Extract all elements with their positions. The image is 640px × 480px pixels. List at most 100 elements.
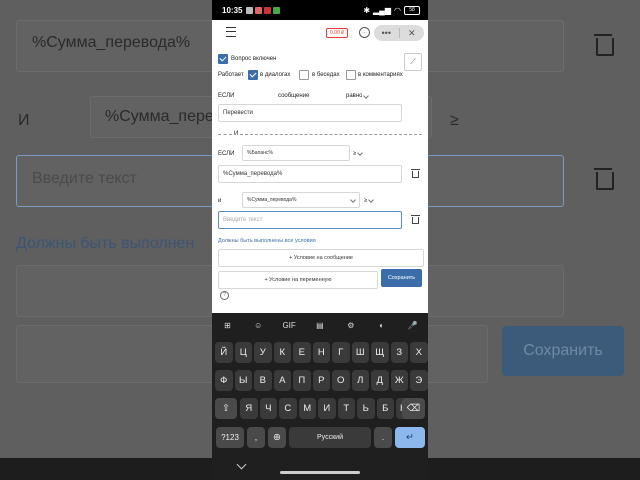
question-enabled-label: Вопрос включен (231, 56, 277, 62)
bg-op: ≥ (450, 112, 459, 129)
if1-value-field[interactable]: Перевести (218, 104, 402, 122)
settings-gear-icon[interactable]: ⚙ (341, 321, 361, 330)
key[interactable]: Й (215, 342, 233, 363)
bg-save-button: Сохранить (502, 326, 624, 376)
key[interactable]: Е (293, 342, 311, 363)
works-chats-checkbox[interactable] (299, 70, 309, 80)
chat-icon[interactable]: … (359, 27, 370, 38)
status-time: 10:35 (222, 5, 243, 15)
and2-op-chevron-icon (367, 195, 377, 205)
notification-icons (246, 6, 281, 14)
gif-button[interactable]: GIF (279, 321, 299, 330)
notification-icon (246, 6, 254, 14)
chart-icon[interactable]: ⟋ (404, 53, 422, 71)
key[interactable]: Б (376, 398, 394, 419)
if1-op-select[interactable]: равно (346, 93, 363, 99)
works-dialogs-checkbox[interactable] (248, 70, 258, 80)
key[interactable]: П (293, 370, 311, 391)
key[interactable]: О (332, 370, 350, 391)
must-all-conditions-link[interactable]: Должны быть выполнены все условия (218, 238, 316, 244)
and-divider-label: И (234, 131, 239, 137)
key[interactable]: М (298, 398, 316, 419)
if2-value-field[interactable]: %Сумма_перевода% (218, 165, 402, 183)
key[interactable]: Д (371, 370, 389, 391)
key[interactable]: У (254, 342, 272, 363)
close-button[interactable]: ✕ (400, 28, 425, 39)
key[interactable]: И (318, 398, 336, 419)
sticker-icon[interactable]: ☺ (248, 321, 268, 330)
status-bar: 10:35 ✱ ▂▄▆ ◠ 58 (212, 0, 428, 20)
clipboard-icon[interactable]: ▤ (310, 321, 330, 330)
help-icon[interactable]: ? (220, 291, 229, 300)
if2-label: ЕСЛИ (218, 151, 235, 157)
chevron-down-icon (350, 197, 356, 203)
key[interactable]: З (390, 342, 408, 363)
and2-variable-select[interactable]: %Сумма_перевода% (242, 192, 360, 208)
key[interactable]: А (273, 370, 291, 391)
menu-icon[interactable] (226, 27, 236, 37)
key[interactable]: Ц (234, 342, 252, 363)
more-button[interactable]: ••• (374, 28, 399, 38)
enter-key[interactable]: ↵ (395, 427, 425, 448)
and2-variable-text: %Сумма_перевода% (247, 197, 297, 203)
if2-variable-select[interactable]: %Баланс% (242, 145, 350, 161)
add-message-condition-button[interactable]: + Условие на сообщение (218, 249, 424, 267)
bg-and-label: И (18, 112, 30, 129)
key[interactable]: Ч (259, 398, 277, 419)
key[interactable]: Х (410, 342, 428, 363)
key[interactable]: Щ (371, 342, 389, 363)
key[interactable]: Э (410, 370, 428, 391)
key[interactable]: Т (337, 398, 355, 419)
if1-label: ЕСЛИ (218, 93, 235, 99)
bg-trash-icon-2 (594, 168, 614, 190)
phone-screen: 10:35 ✱ ▂▄▆ ◠ 58 0.00 ₽ … ••• ✕ Вопрос в… (212, 0, 428, 480)
comma-key[interactable]: , (247, 427, 265, 448)
window-controls: ••• ✕ (374, 25, 424, 41)
signal-icon: ▂▄▆ (373, 5, 392, 15)
palette-icon[interactable]: ◐ (372, 321, 392, 330)
trash-icon[interactable] (411, 169, 420, 178)
notification-icon (273, 6, 281, 14)
wifi-icon: ◠ (394, 5, 401, 15)
and2-label: и (218, 198, 222, 204)
if1-source-select[interactable]: сообщение (278, 93, 309, 99)
key[interactable]: Л (351, 370, 369, 391)
key[interactable]: К (273, 342, 291, 363)
apps-grid-icon[interactable]: ⊞ (217, 321, 237, 330)
key[interactable]: Ж (390, 370, 408, 391)
balance-badge[interactable]: 0.00 ₽ (326, 28, 349, 38)
key[interactable]: Ы (234, 370, 252, 391)
keyboard: ⊞ ☺ GIF ▤ ⚙ ◐ 🎤 Й Ц У К Е Н Г Ш Щ З Х Ф Ы В А П Р О Л Д Ж Э ⇧ Я… (212, 313, 428, 480)
key[interactable]: Р (312, 370, 330, 391)
works-dialogs-label: в диалогах (260, 72, 291, 78)
key[interactable]: Ь (357, 398, 375, 419)
add-variable-condition-button[interactable]: + Условие на переменную (218, 271, 378, 289)
space-key[interactable]: Русский (289, 427, 371, 448)
key[interactable]: Ш (351, 342, 369, 363)
key[interactable]: Я (240, 398, 258, 419)
works-comments-label: в комментариях (358, 72, 403, 78)
if1-op-chevron-icon (362, 91, 372, 101)
key[interactable]: В (254, 370, 272, 391)
symbols-key[interactable]: ?123 (216, 427, 244, 448)
notification-icon (255, 6, 263, 14)
and2-value-placeholder: Введите текст (223, 217, 263, 223)
and2-value-input[interactable]: Введите текст (218, 211, 402, 229)
save-button[interactable]: Сохранить (381, 269, 422, 287)
shift-key[interactable]: ⇧ (215, 398, 237, 419)
period-key[interactable]: . (374, 427, 392, 448)
divider-right (240, 134, 422, 135)
globe-icon[interactable]: ⊕ (268, 427, 286, 448)
key[interactable]: Н (312, 342, 330, 363)
works-comments-checkbox[interactable] (346, 70, 356, 80)
works-chats-label: в беседах (312, 72, 340, 78)
key[interactable]: Ф (215, 370, 233, 391)
divider-left (218, 134, 232, 135)
microphone-icon[interactable]: 🎤 (402, 321, 422, 330)
question-enabled-checkbox[interactable] (218, 54, 228, 64)
gesture-nav-bar[interactable] (280, 471, 360, 474)
backspace-key[interactable]: ⌫ (402, 398, 425, 419)
key[interactable]: Г (332, 342, 350, 363)
trash-icon[interactable] (411, 215, 420, 224)
key[interactable]: С (279, 398, 297, 419)
